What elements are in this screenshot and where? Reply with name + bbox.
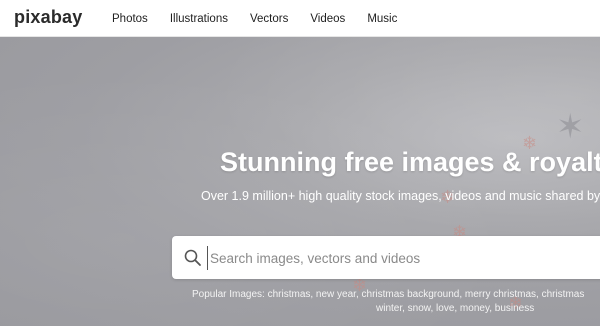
main-nav: Photos Illustrations Vectors Videos Musi… [112, 0, 419, 37]
hero-background-image [0, 37, 600, 326]
hero-subtitle: Over 1.9 million+ high quality stock ima… [201, 189, 600, 203]
nav-item-illustrations[interactable]: Illustrations [170, 13, 228, 25]
hero-section: ✶ ❄ ❄ ❄ ❄ ❄ Stunning free images & royal… [0, 37, 600, 326]
popular-searches-text[interactable]: Popular Images: christmas, new year, chr… [192, 289, 584, 300]
nav-item-videos[interactable]: Videos [310, 13, 345, 25]
hero-title: Stunning free images & royalty fr [220, 147, 600, 177]
search-input[interactable] [207, 246, 590, 270]
star-decoration-icon: ✶ [556, 108, 585, 146]
pixabay-logo[interactable]: pixabay [14, 7, 82, 28]
nav-item-vectors[interactable]: Vectors [250, 13, 288, 25]
search-bar [172, 236, 600, 279]
search-icon[interactable] [183, 248, 203, 268]
top-navigation-bar: pixabay Photos Illustrations Vectors Vid… [0, 0, 600, 37]
nav-item-photos[interactable]: Photos [112, 13, 148, 25]
nav-item-music[interactable]: Music [367, 13, 397, 25]
popular-searches-text-continued[interactable]: winter, snow, love, money, business [376, 303, 534, 314]
